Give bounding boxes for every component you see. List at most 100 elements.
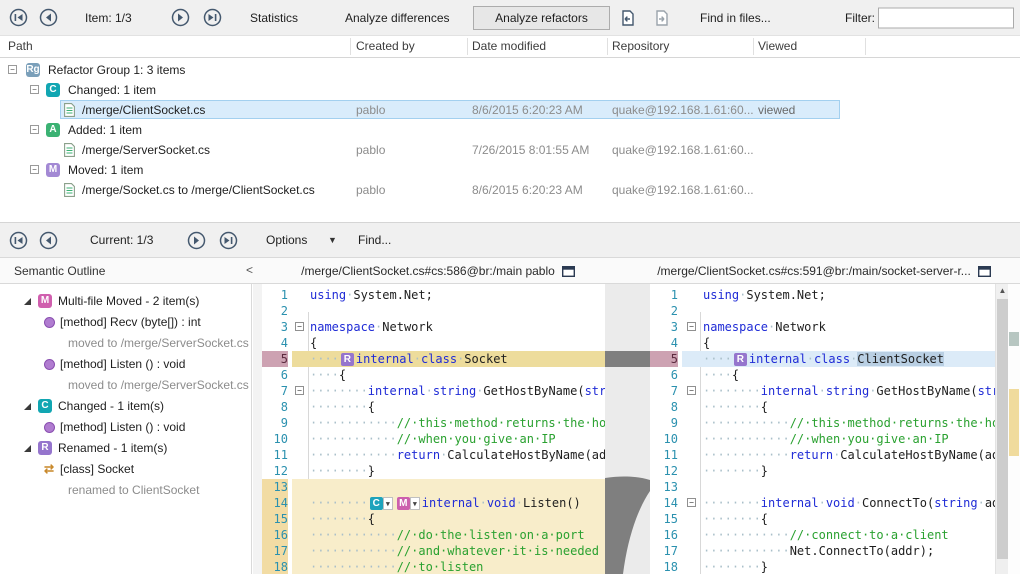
outline-row[interactable]: ⇄[class] Socket bbox=[0, 459, 251, 480]
first-diff-button[interactable] bbox=[8, 230, 28, 250]
tree-row[interactable]: /merge/ClientSocket.cspablo8/6/2015 6:20… bbox=[0, 100, 1020, 120]
find-button[interactable]: Find... bbox=[358, 233, 391, 247]
code-line[interactable]: 13 bbox=[650, 479, 995, 495]
code-line[interactable]: 1using·System.Net; bbox=[650, 287, 995, 303]
last-diff-button[interactable] bbox=[218, 230, 238, 250]
right-editor-scrollbar[interactable]: ▲ bbox=[995, 284, 1008, 574]
code-line[interactable]: 3−namespace·Network bbox=[650, 319, 995, 335]
scrollbar-thumb[interactable] bbox=[997, 299, 1008, 559]
code-line[interactable]: 9············//·this·method·returns·the·… bbox=[262, 415, 605, 431]
analyze-differences-button[interactable]: Analyze differences bbox=[345, 11, 450, 25]
tree-row[interactable]: /merge/ServerSocket.cspablo7/26/2015 8:0… bbox=[0, 140, 1020, 160]
filter-input[interactable] bbox=[878, 7, 1014, 28]
code-line[interactable]: 1using·System.Net; bbox=[262, 287, 605, 303]
code-line[interactable]: 8········{ bbox=[262, 399, 605, 415]
previous-diff-button[interactable] bbox=[38, 230, 58, 250]
outline-row[interactable]: [method] Listen () : void bbox=[0, 354, 251, 375]
code-line[interactable]: 12········} bbox=[262, 463, 605, 479]
overview-change-mark[interactable] bbox=[1009, 389, 1019, 456]
tree-row[interactable]: −MMoved: 1 item bbox=[0, 160, 1020, 180]
code-line[interactable]: 8········{ bbox=[650, 399, 995, 415]
code-line[interactable]: 17············//·and·whatever·it·is·need… bbox=[262, 543, 605, 559]
code-line[interactable]: 18············//·to·listen bbox=[262, 559, 605, 574]
code-line[interactable]: 16············//·do·the·listen·on·a·port bbox=[262, 527, 605, 543]
inline-m-badge[interactable]: M bbox=[397, 497, 410, 510]
code-line[interactable]: 10············//·when·you·give·an·IP bbox=[650, 431, 995, 447]
find-in-files-button[interactable]: Find in files... bbox=[700, 11, 771, 25]
options-caret-icon[interactable]: ▼ bbox=[328, 235, 337, 245]
column-path[interactable]: Path bbox=[8, 39, 33, 53]
options-menu-button[interactable]: Options bbox=[266, 233, 307, 247]
code-line[interactable]: 4{ bbox=[262, 335, 605, 351]
tree-collapse-icon[interactable]: − bbox=[30, 85, 39, 94]
code-line[interactable]: 5−····Rinternal·class·ClientSocket bbox=[650, 351, 995, 367]
outline-row[interactable]: [method] Recv (byte[]) : int bbox=[0, 312, 251, 333]
code-line[interactable]: 15········{ bbox=[650, 511, 995, 527]
code-line[interactable]: 11············return·CalculateHostByName… bbox=[262, 447, 605, 463]
code-line[interactable]: 14−········internal·void·ConnectTo(strin… bbox=[650, 495, 995, 511]
last-item-button[interactable] bbox=[202, 8, 222, 28]
tree-row[interactable]: /merge/Socket.cs to /merge/ClientSocket.… bbox=[0, 180, 1020, 200]
inline-badge-dropdown-icon[interactable]: ▼ bbox=[383, 497, 393, 510]
export-right-diff-icon[interactable] bbox=[652, 8, 672, 28]
previous-item-button[interactable] bbox=[38, 8, 58, 28]
tree-row[interactable]: −RgRefactor Group 1: 3 items bbox=[0, 60, 1020, 80]
tree-collapse-icon[interactable]: − bbox=[8, 65, 17, 74]
first-item-button[interactable] bbox=[8, 8, 28, 28]
code-line[interactable]: 11············return·CalculateHostByName… bbox=[650, 447, 995, 463]
right-code-editor[interactable]: 1using·System.Net;23−namespace·Network4{… bbox=[650, 284, 995, 574]
inline-c-badge[interactable]: C bbox=[370, 497, 383, 510]
outline-row[interactable]: moved to /merge/ServerSocket.cs bbox=[0, 333, 251, 354]
outline-expanded-icon[interactable] bbox=[24, 445, 31, 452]
code-line[interactable]: 4{ bbox=[650, 335, 995, 351]
code-line[interactable]: 7−········internal·string·GetHostByName(… bbox=[650, 383, 995, 399]
code-line[interactable]: 2 bbox=[262, 303, 605, 319]
collapse-outline-button[interactable]: < bbox=[246, 263, 253, 277]
tree-row[interactable]: −AAdded: 1 item bbox=[0, 120, 1020, 140]
code-line[interactable]: 9············//·this·method·returns·the·… bbox=[650, 415, 995, 431]
outline-row[interactable]: [method] Listen () : void bbox=[0, 417, 251, 438]
inline-badge-dropdown-icon[interactable]: ▼ bbox=[410, 497, 420, 510]
inline-r-badge[interactable]: R bbox=[341, 353, 354, 366]
overview-change-mark[interactable] bbox=[1009, 332, 1019, 346]
outline-row[interactable]: CChanged - 1 item(s) bbox=[0, 396, 251, 417]
code-line[interactable]: 6····{ bbox=[262, 367, 605, 383]
open-left-file-window-icon[interactable] bbox=[562, 266, 575, 280]
column-repository[interactable]: Repository bbox=[612, 39, 669, 53]
code-line[interactable]: 17············Net.ConnectTo(addr); bbox=[650, 543, 995, 559]
code-line[interactable]: 5−····Rinternal·class·Socket bbox=[262, 351, 605, 367]
tree-collapse-icon[interactable]: − bbox=[30, 125, 39, 134]
code-line[interactable]: 10············//·when·you·give·an·IP bbox=[262, 431, 605, 447]
column-date-modified[interactable]: Date modified bbox=[472, 39, 546, 53]
code-line[interactable]: 6····{ bbox=[650, 367, 995, 383]
outline-expanded-icon[interactable] bbox=[24, 298, 31, 305]
column-viewed[interactable]: Viewed bbox=[758, 39, 797, 53]
inline-r-badge[interactable]: R bbox=[734, 353, 747, 366]
code-line[interactable]: 2 bbox=[650, 303, 995, 319]
code-line[interactable]: 18········} bbox=[650, 559, 995, 574]
statistics-button[interactable]: Statistics bbox=[250, 11, 298, 25]
code-line[interactable]: 13 bbox=[262, 479, 605, 495]
diff-overview-ruler[interactable] bbox=[1008, 284, 1020, 574]
tree-row[interactable]: −CChanged: 1 item bbox=[0, 80, 1020, 100]
open-right-file-window-icon[interactable] bbox=[978, 266, 991, 280]
outline-expanded-icon[interactable] bbox=[24, 403, 31, 410]
outline-splitter[interactable] bbox=[253, 284, 262, 574]
outline-row[interactable]: MMulti-file Moved - 2 item(s) bbox=[0, 291, 251, 312]
code-line[interactable]: 16············//·connect·to·a·client bbox=[650, 527, 995, 543]
analyze-refactors-button[interactable]: Analyze refactors bbox=[473, 6, 610, 30]
code-line[interactable]: 12········} bbox=[650, 463, 995, 479]
next-diff-button[interactable] bbox=[186, 230, 206, 250]
code-line[interactable]: 7−········internal·string·GetHostByName(… bbox=[262, 383, 605, 399]
column-created-by[interactable]: Created by bbox=[356, 39, 415, 53]
outline-row[interactable]: renamed to ClientSocket bbox=[0, 480, 251, 501]
left-code-editor[interactable]: 1using·System.Net;23−namespace·Network4{… bbox=[262, 284, 605, 574]
code-line[interactable]: 3−namespace·Network bbox=[262, 319, 605, 335]
outline-row[interactable]: RRenamed - 1 item(s) bbox=[0, 438, 251, 459]
code-line[interactable]: 15········{ bbox=[262, 511, 605, 527]
outline-row[interactable]: moved to /merge/ServerSocket.cs bbox=[0, 375, 251, 396]
code-line[interactable]: 14−········C▼M▼internal·void·Listen() bbox=[262, 495, 605, 511]
tree-collapse-icon[interactable]: − bbox=[30, 165, 39, 174]
next-item-button[interactable] bbox=[170, 8, 190, 28]
export-left-diff-icon[interactable] bbox=[618, 8, 638, 28]
